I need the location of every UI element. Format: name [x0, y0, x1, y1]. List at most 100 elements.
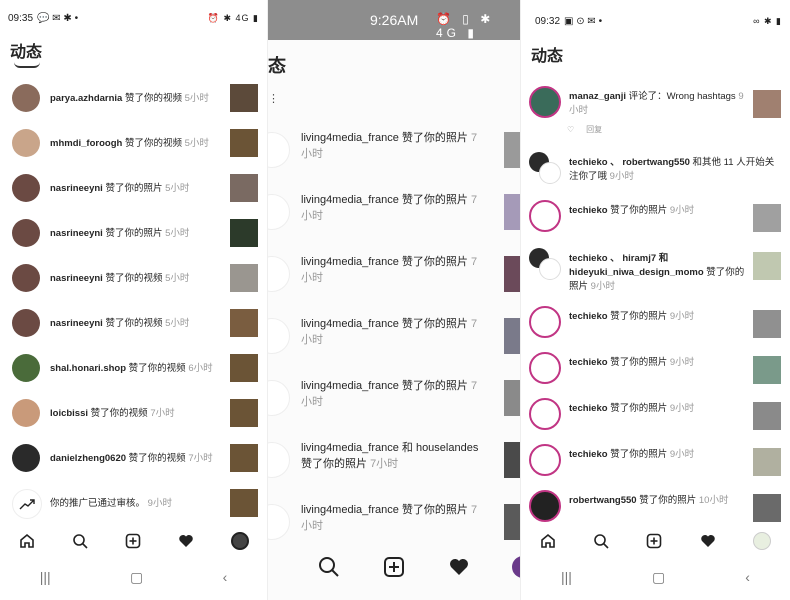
- post-thumbnail[interactable]: [230, 354, 258, 382]
- heart-icon[interactable]: [178, 533, 194, 549]
- post-thumbnail[interactable]: [230, 219, 258, 247]
- post-thumbnail[interactable]: [504, 380, 520, 416]
- user-avatar[interactable]: [268, 132, 290, 168]
- activity-row[interactable]: nasrineeyni 赞了你的视频 5小时: [0, 264, 267, 294]
- add-post-icon[interactable]: [383, 556, 405, 578]
- activity-row[interactable]: techieko 、 robertwang550 和其他 11 人开始关注你了哦…: [521, 152, 790, 192]
- search-icon[interactable]: [593, 533, 609, 549]
- home-icon[interactable]: [540, 533, 556, 549]
- back-icon[interactable]: ‹: [223, 569, 228, 585]
- home-icon[interactable]: [19, 533, 35, 549]
- add-post-icon[interactable]: [125, 533, 141, 549]
- username[interactable]: techieko: [569, 311, 608, 322]
- user-avatar[interactable]: [268, 380, 290, 416]
- activity-row[interactable]: living4media_france 赞了你的照片 7小时: [268, 316, 520, 356]
- username[interactable]: living4media_france: [301, 256, 399, 268]
- username[interactable]: shal.honari.shop: [50, 363, 126, 374]
- add-post-icon[interactable]: [646, 533, 662, 549]
- home-button-icon[interactable]: ▢: [130, 569, 143, 586]
- username[interactable]: robertwang550: [569, 495, 637, 506]
- username[interactable]: living4media_france: [301, 194, 399, 206]
- username[interactable]: nasrineeyni: [50, 318, 103, 329]
- post-thumbnail[interactable]: [230, 309, 258, 337]
- username[interactable]: techieko 、 robertwang550: [569, 157, 690, 168]
- activity-row[interactable]: living4media_france 赞了你的照片 7小时: [268, 254, 520, 294]
- activity-row[interactable]: techieko 、 hiramj7 和 hideyuki_niwa_desig…: [521, 248, 790, 292]
- profile-avatar[interactable]: [512, 556, 520, 578]
- search-icon[interactable]: [318, 556, 340, 578]
- activity-row[interactable]: parya.azhdarnia 赞了你的视频 5小时: [0, 84, 267, 114]
- profile-avatar[interactable]: [230, 532, 249, 550]
- username[interactable]: techieko: [569, 205, 608, 216]
- username[interactable]: danielzheng0620: [50, 453, 126, 464]
- activity-row[interactable]: techieko 赞了你的照片 9小时: [521, 398, 790, 438]
- post-thumbnail[interactable]: [504, 318, 520, 354]
- post-thumbnail[interactable]: [753, 204, 781, 232]
- back-icon[interactable]: ‹: [745, 569, 750, 585]
- heart-icon[interactable]: [448, 556, 470, 578]
- username[interactable]: loicbissi: [50, 408, 88, 419]
- user-avatar[interactable]: [12, 129, 40, 157]
- activity-row[interactable]: living4media_france 赞了你的照片 7小时: [268, 130, 520, 170]
- username[interactable]: nasrineeyni: [50, 228, 103, 239]
- post-thumbnail[interactable]: [230, 444, 258, 472]
- activity-row[interactable]: 你的推广已通过审核。 9小时: [0, 489, 267, 519]
- activity-row[interactable]: mhmdi_foroogh 赞了你的视频 5小时: [0, 129, 267, 159]
- user-avatar[interactable]: [268, 256, 290, 292]
- username[interactable]: parya.azhdarnia: [50, 93, 122, 104]
- username[interactable]: living4media_france 和 houselandes: [301, 442, 478, 454]
- post-thumbnail[interactable]: [504, 442, 520, 478]
- user-avatar[interactable]: [12, 444, 40, 472]
- activity-row[interactable]: nasrineeyni 赞了你的照片 5小时: [0, 219, 267, 249]
- post-thumbnail[interactable]: [504, 194, 520, 230]
- username[interactable]: manaz_ganji: [569, 91, 626, 102]
- activity-row[interactable]: techieko 赞了你的照片 9小时: [521, 444, 790, 484]
- post-thumbnail[interactable]: [753, 494, 781, 522]
- user-avatar[interactable]: [268, 504, 290, 540]
- user-avatar[interactable]: [529, 352, 561, 384]
- post-thumbnail[interactable]: [753, 90, 781, 118]
- user-avatar[interactable]: [12, 174, 40, 202]
- username[interactable]: mhmdi_foroogh: [50, 138, 122, 149]
- post-thumbnail[interactable]: [753, 402, 781, 430]
- search-icon[interactable]: [72, 533, 88, 549]
- stacked-avatars[interactable]: [529, 152, 561, 184]
- username[interactable]: nasrineeyni: [50, 183, 103, 194]
- username[interactable]: nasrineeyni: [50, 273, 103, 284]
- activity-row[interactable]: techieko 赞了你的照片 9小时: [521, 200, 790, 240]
- user-avatar[interactable]: [12, 309, 40, 337]
- user-avatar[interactable]: [529, 490, 561, 522]
- post-thumbnail[interactable]: [753, 356, 781, 384]
- activity-row[interactable]: robertwang550 赞了你的照片 10小时: [521, 490, 790, 530]
- post-thumbnail[interactable]: [504, 132, 520, 168]
- username[interactable]: living4media_france: [301, 132, 399, 144]
- user-avatar[interactable]: [12, 399, 40, 427]
- user-avatar[interactable]: [12, 219, 40, 247]
- username[interactable]: techieko: [569, 357, 608, 368]
- activity-row[interactable]: living4media_france 赞了你的照片 7小时: [268, 502, 520, 542]
- home-button-icon[interactable]: ▢: [652, 569, 665, 586]
- more-icon[interactable]: ⋮: [268, 92, 279, 105]
- post-thumbnail[interactable]: [504, 256, 520, 292]
- username[interactable]: living4media_france: [301, 318, 399, 330]
- user-avatar[interactable]: [529, 86, 561, 118]
- activity-row[interactable]: living4media_france 赞了你的照片 7小时: [268, 378, 520, 418]
- username[interactable]: living4media_france: [301, 380, 399, 392]
- username[interactable]: living4media_france: [301, 504, 399, 516]
- user-avatar[interactable]: [12, 354, 40, 382]
- user-avatar[interactable]: [268, 318, 290, 354]
- user-avatar[interactable]: [529, 398, 561, 430]
- post-thumbnail[interactable]: [753, 310, 781, 338]
- activity-row[interactable]: living4media_france 和 houselandes 赞了你的照片…: [268, 440, 520, 480]
- post-thumbnail[interactable]: [230, 174, 258, 202]
- post-thumbnail[interactable]: [753, 252, 781, 280]
- heart-icon[interactable]: [700, 533, 716, 549]
- activity-row[interactable]: nasrineeyni 赞了你的照片 5小时: [0, 174, 267, 204]
- heart-outline-icon[interactable]: ♡: [567, 125, 574, 134]
- post-thumbnail[interactable]: [230, 84, 258, 112]
- activity-row[interactable]: nasrineeyni 赞了你的视频 5小时: [0, 309, 267, 339]
- username[interactable]: techieko: [569, 403, 608, 414]
- user-avatar[interactable]: [529, 200, 561, 232]
- activity-row[interactable]: danielzheng0620 赞了你的视频 7小时: [0, 444, 267, 474]
- activity-row[interactable]: loicbissi 赞了你的视频 7小时: [0, 399, 267, 429]
